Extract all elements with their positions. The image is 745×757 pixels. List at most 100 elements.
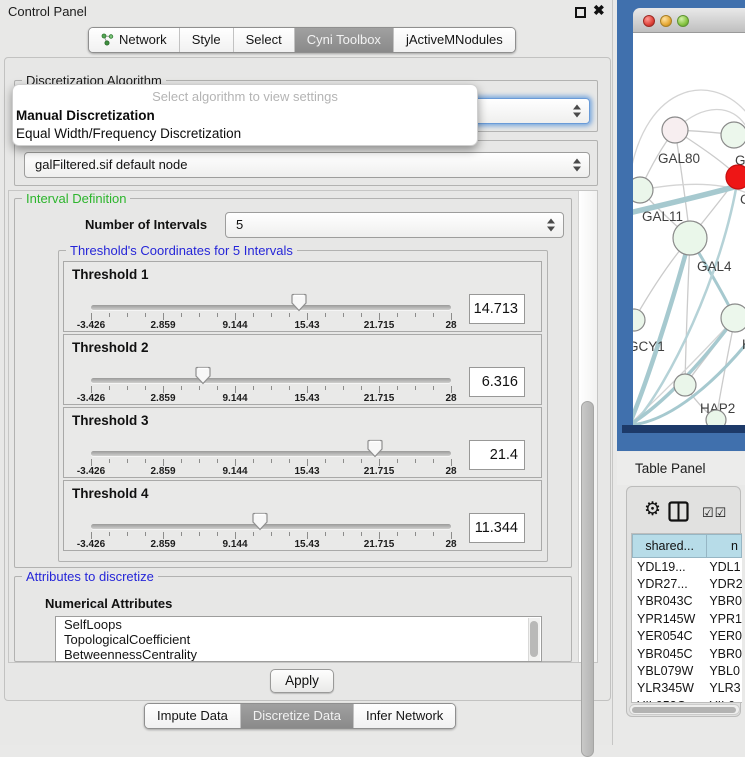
slider-tick <box>163 532 164 539</box>
slider-tick-label: 15.43 <box>294 393 319 404</box>
slider-tick <box>145 459 146 463</box>
tab-style[interactable]: Style <box>179 28 233 52</box>
slider-tick <box>145 313 146 317</box>
network-node[interactable] <box>662 117 688 143</box>
zoom-window-icon[interactable] <box>677 15 689 27</box>
tab-impute-data[interactable]: Impute Data <box>145 704 240 728</box>
attribute-list-item[interactable]: BetweennessCentrality <box>56 647 541 662</box>
slider-tick <box>109 532 110 536</box>
slider-thumb[interactable] <box>367 439 383 458</box>
slider-tick <box>199 532 200 536</box>
tab-cyni-toolbox[interactable]: Cyni Toolbox <box>294 28 393 52</box>
node-table[interactable]: shared... n YDL19...YDL1YDR27...YDR2YBR0… <box>631 533 742 703</box>
tab-label: Style <box>192 32 221 47</box>
slider-tick <box>451 459 452 466</box>
num-intervals-combobox[interactable]: 5 <box>225 212 564 238</box>
attributes-scrollbar-track[interactable] <box>528 618 540 662</box>
threshold-value-field[interactable]: 21.4 <box>469 440 525 470</box>
threshold-slider-track[interactable] <box>91 378 451 383</box>
slider-tick <box>145 386 146 390</box>
slider-tick-label: 28 <box>445 466 456 477</box>
top-tab-bar: Network Style SelectCyni ToolboxjActiveMNo… <box>88 27 516 53</box>
attributes-scrollbar-thumb[interactable] <box>530 621 538 657</box>
attribute-list-item[interactable]: TopologicalCoefficient <box>56 632 541 647</box>
table-row[interactable]: YDL19...YDL1 <box>632 558 742 575</box>
close-window-icon[interactable] <box>643 15 655 27</box>
threshold-slider-track[interactable] <box>91 305 451 310</box>
algorithm-popup-item[interactable]: Manual Discretization <box>13 108 477 126</box>
slider-tick <box>109 459 110 463</box>
network-node[interactable] <box>673 221 707 255</box>
slider-tick <box>235 532 236 539</box>
network-edge[interactable] <box>633 238 690 425</box>
table-hscrollbar-thumb[interactable] <box>632 707 736 714</box>
column-header-name[interactable]: n <box>707 534 742 558</box>
threshold-value-field[interactable]: 6.316 <box>469 367 525 397</box>
minimize-window-icon[interactable] <box>660 15 672 27</box>
table-row[interactable]: YBL079WYBL0 <box>632 662 742 679</box>
apply-button[interactable]: Apply <box>270 669 334 693</box>
table-row[interactable]: YBR045CYBR0 <box>632 645 742 662</box>
network-node[interactable] <box>721 304 745 332</box>
table-cell-name: YPR1 <box>707 612 742 626</box>
tab-jactivemnodules[interactable]: jActiveMNodules <box>393 28 515 52</box>
table-cell-shared: YLR345W <box>632 681 707 695</box>
threshold-slider-track[interactable] <box>91 451 451 456</box>
table-hscrollbar-track[interactable] <box>629 704 740 715</box>
table-row[interactable]: YLR345WYLR3 <box>632 680 742 697</box>
slider-tick <box>307 532 308 539</box>
network-node[interactable] <box>721 122 745 148</box>
slider-thumb[interactable] <box>291 293 307 312</box>
table-row[interactable]: YDR27...YDR2 <box>632 575 742 592</box>
slider-tick-label: 15.43 <box>294 539 319 550</box>
network-canvas[interactable]: GAL80GACGAL11GAL4GCY1HHAP2 <box>633 33 745 425</box>
tab-infer-network[interactable]: Infer Network <box>353 704 455 728</box>
num-intervals-label: Number of Intervals <box>85 217 207 232</box>
table-row[interactable]: YPR145WYPR1 <box>632 610 742 627</box>
network-node[interactable] <box>633 177 653 203</box>
slider-tick <box>325 532 326 536</box>
network-node[interactable] <box>674 374 696 396</box>
slider-tick-label: 21.715 <box>364 466 395 477</box>
network-node[interactable] <box>706 410 726 425</box>
float-panel-icon[interactable] <box>575 7 586 18</box>
slider-tick-label: 21.715 <box>364 320 395 331</box>
table-panel: ⚙ ☑☑ shared... n YDL19...YDL1YDR27...YDR… <box>626 486 741 717</box>
attribute-list-item[interactable]: SelfLoops <box>56 617 541 632</box>
settings-scrollbar-thumb[interactable] <box>581 401 594 757</box>
slider-tick-label: 15.43 <box>294 320 319 331</box>
tab-discretize-data[interactable]: Discretize Data <box>240 704 353 728</box>
close-panel-icon[interactable]: ✖ <box>593 2 605 19</box>
gear-icon[interactable]: ⚙ <box>644 500 661 519</box>
slider-tick <box>343 532 344 536</box>
slider-tick-label: 15.43 <box>294 466 319 477</box>
threshold-slider-track[interactable] <box>91 524 451 529</box>
threshold-value-field[interactable]: 11.344 <box>469 513 525 543</box>
column-header-shared[interactable]: shared... <box>632 534 707 558</box>
threshold-panel: Threshold 2 -3.4262.8599.14415.4321.7152… <box>63 334 542 405</box>
table-cell-name: YIL0 <box>707 699 742 703</box>
table-data-combobox[interactable]: galFiltered.sif default node <box>24 152 590 178</box>
slider-thumb[interactable] <box>252 512 268 531</box>
attributes-listbox[interactable]: SelfLoopsTopologicalCoefficientBetweenne… <box>55 616 542 662</box>
tab-network[interactable]: Network <box>89 28 179 52</box>
network-node[interactable] <box>726 165 745 189</box>
slider-tick <box>415 313 416 317</box>
table-row[interactable]: YER054CYER0 <box>632 628 742 645</box>
table-cell-shared: YBR043C <box>632 594 707 608</box>
checkbox-icons[interactable]: ☑☑ <box>702 505 727 521</box>
table-row[interactable]: YIL052CYIL0 <box>632 697 742 703</box>
slider-tick <box>307 313 308 320</box>
algorithm-popup-item[interactable]: Equal Width/Frequency Discretization <box>13 126 477 144</box>
table-row[interactable]: YBR043CYBR0 <box>632 593 742 610</box>
slider-tick <box>91 532 92 539</box>
slider-thumb[interactable] <box>195 366 211 385</box>
settings-scrollbar-track[interactable] <box>578 191 597 662</box>
network-window-titlebar[interactable] <box>633 8 745 33</box>
tab-select[interactable]: Select <box>233 28 294 52</box>
threshold-label: Threshold 3 <box>72 413 149 428</box>
threshold-value-field[interactable]: 14.713 <box>469 294 525 324</box>
network-node[interactable] <box>633 309 645 331</box>
column-layout-icon[interactable] <box>668 501 689 527</box>
slider-tick <box>235 459 236 466</box>
